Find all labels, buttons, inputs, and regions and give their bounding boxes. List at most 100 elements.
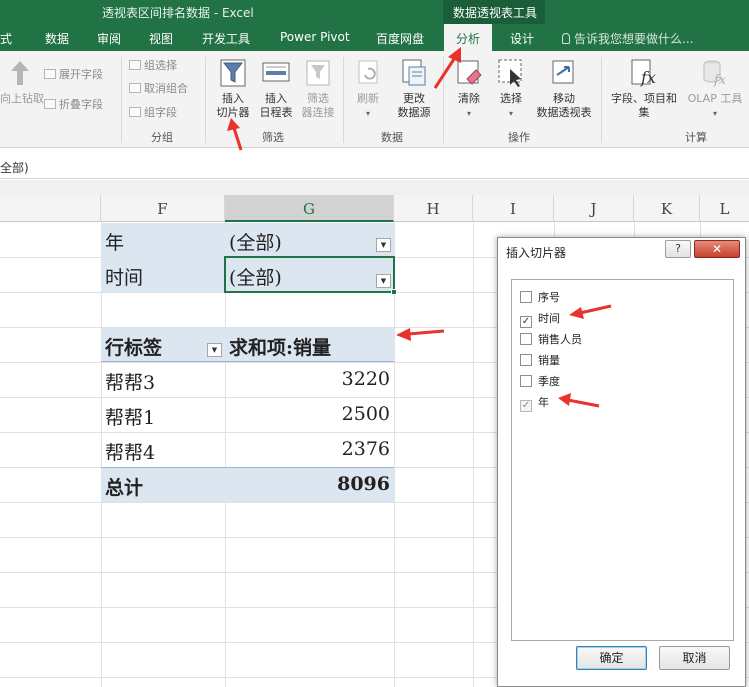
group-field-icon (129, 107, 141, 117)
title-bar: 透视表区间排名数据 - Excel 数据透视表工具 (0, 0, 749, 24)
filter-connections-icon (303, 57, 333, 89)
change-source-label: 更改 数据源 (397, 92, 431, 119)
checkbox-checked-icon: ✓ (520, 316, 532, 328)
tell-me-text: 告诉我您想要做什么... (574, 32, 694, 46)
clear-label: 清除 ▾ (458, 92, 480, 118)
move-pivot-icon (549, 57, 579, 89)
select-cursor-icon (496, 57, 526, 89)
active-cell-g3[interactable] (224, 256, 395, 293)
pivot-row-label-3: 帮帮4 (105, 442, 156, 464)
slicer-icon (218, 57, 248, 89)
insert-slicer-button[interactable]: 插入 切片器 (211, 57, 255, 120)
filter-connections-button[interactable]: 筛选 器连接 (297, 57, 339, 120)
data-section-label: 数据 (381, 131, 403, 144)
collapse-field-button[interactable]: 折叠字段 (44, 96, 103, 112)
filter-year-dropdown-icon[interactable]: ▼ (376, 238, 391, 252)
change-data-source-button[interactable]: 更改 数据源 (390, 57, 438, 120)
slicer-field-time[interactable]: ✓ 时间 (520, 310, 560, 328)
checkbox-unchecked-icon (520, 375, 532, 387)
pivot-row-label-2: 帮帮1 (105, 407, 156, 429)
checkbox-unchecked-icon (520, 354, 532, 366)
row-labels-filter-icon[interactable]: ▼ (207, 343, 222, 357)
change-source-icon (399, 57, 429, 89)
select-label: 选择 ▾ (500, 92, 522, 118)
filter-value-year[interactable]: (全部) (229, 223, 389, 258)
group-field-button[interactable]: 组字段 (129, 104, 177, 120)
dialog-help-button[interactable]: ? (665, 240, 691, 258)
refresh-button[interactable]: 刷新 ▾ (348, 57, 388, 121)
lightbulb-icon (562, 33, 570, 44)
filter-section-label: 筛选 (262, 131, 284, 144)
row-labels-header: 行标签 (105, 337, 163, 359)
olap-tools-label: OLAP 工具 ▾ (687, 92, 743, 118)
tab-formulas[interactable]: 式 (0, 30, 12, 47)
column-header-k[interactable]: K (634, 195, 700, 222)
ribbon-tabs: 式 数据 审阅 视图 开发工具 Power Pivot 百度网盘 分析 设计 告… (0, 24, 749, 51)
move-pivottable-button[interactable]: 移动 数据透视表 (532, 57, 596, 120)
checkbox-checked-gray-icon: ✓ (520, 400, 532, 412)
fx-formula-icon: fx (629, 57, 659, 89)
slicer-field-salesperson[interactable]: 销售人员 (520, 331, 582, 349)
dialog-title: 插入切片器 (506, 246, 567, 260)
grand-total-value: 8096 (337, 473, 390, 495)
insert-timeline-button[interactable]: 插入 日程表 (255, 57, 297, 120)
insert-slicer-dialog: 插入切片器 ? ✕ 序号 ✓ 时间 销售人员 销量 季度 ✓ 年 确定 取消 (497, 237, 746, 687)
svg-text:fx: fx (713, 73, 727, 88)
formula-bar[interactable]: 全部) (0, 149, 749, 179)
filter-label-year: 年 (105, 232, 125, 254)
ungroup-button[interactable]: 取消组合 (129, 80, 188, 96)
clear-button[interactable]: 清除 ▾ (450, 57, 488, 121)
window-title: 透视表区间排名数据 - Excel (102, 6, 254, 20)
fields-items-sets-button[interactable]: fx 字段、项目和 集 (606, 57, 682, 120)
tab-baidu-netdisk[interactable]: 百度网盘 (376, 30, 424, 47)
group-selection-button[interactable]: 组选择 (129, 57, 177, 73)
column-header-f[interactable]: F (101, 195, 225, 222)
slicer-field-year[interactable]: ✓ 年 (520, 394, 549, 412)
collapse-field-icon (44, 99, 56, 109)
column-header-h[interactable]: H (394, 195, 473, 222)
tab-review[interactable]: 审阅 (97, 30, 121, 47)
tell-me-box[interactable]: 告诉我您想要做什么... (562, 30, 693, 47)
fill-handle[interactable] (391, 289, 397, 295)
insert-slicer-label: 插入 切片器 (216, 92, 250, 119)
fields-items-label: 字段、项目和 集 (611, 92, 677, 119)
cancel-button[interactable]: 取消 (659, 646, 730, 670)
tab-data[interactable]: 数据 (45, 30, 69, 47)
tab-developer[interactable]: 开发工具 (202, 30, 250, 47)
slicer-field-list: 序号 ✓ 时间 销售人员 销量 季度 ✓ 年 (511, 279, 734, 641)
column-header-e[interactable] (0, 195, 101, 222)
drill-up-label: 向上钻取 (0, 92, 44, 105)
formula-bar-gap (0, 180, 749, 195)
grand-total-label: 总计 (105, 477, 144, 499)
slicer-field-index[interactable]: 序号 (520, 289, 560, 307)
ok-button[interactable]: 确定 (576, 646, 647, 670)
column-header-l[interactable]: L (700, 195, 749, 222)
column-header-i[interactable]: I (473, 195, 554, 222)
olap-tools-button[interactable]: fx OLAP 工具 ▾ (684, 57, 746, 121)
pivot-row-value-3: 2376 (341, 438, 390, 460)
column-header-g[interactable]: G (225, 195, 394, 222)
ribbon-analyze: 向上钻取 展开字段 折叠字段 组选择 取消组合 组字段 分组 插入 切片器 插入… (0, 51, 749, 148)
arrow-to-pivot-header-icon (396, 328, 445, 341)
dialog-close-button[interactable]: ✕ (694, 240, 740, 258)
slicer-field-sales[interactable]: 销量 (520, 352, 560, 370)
tab-analyze[interactable]: 分析 (444, 24, 493, 51)
select-button[interactable]: 选择 ▾ (492, 57, 530, 121)
ungroup-icon (129, 83, 141, 93)
timeline-icon (261, 57, 291, 89)
formula-content: 全部) (0, 161, 29, 175)
pivot-row-value-2: 2500 (341, 403, 390, 425)
expand-field-button[interactable]: 展开字段 (44, 66, 103, 82)
drill-up-button[interactable]: 向上钻取 (0, 57, 44, 106)
tab-design[interactable]: 设计 (510, 30, 534, 47)
refresh-label: 刷新 ▾ (357, 92, 379, 118)
arrow-right-icon (129, 60, 141, 70)
clear-eraser-icon (454, 57, 484, 89)
slicer-field-quarter[interactable]: 季度 (520, 373, 560, 391)
group-section-label: 分组 (151, 131, 173, 144)
column-header-j[interactable]: J (554, 195, 634, 222)
calculations-section-label: 计算 (685, 131, 707, 144)
tab-view[interactable]: 视图 (149, 30, 173, 47)
filter-label-time: 时间 (105, 267, 144, 289)
tab-power-pivot[interactable]: Power Pivot (280, 30, 350, 44)
